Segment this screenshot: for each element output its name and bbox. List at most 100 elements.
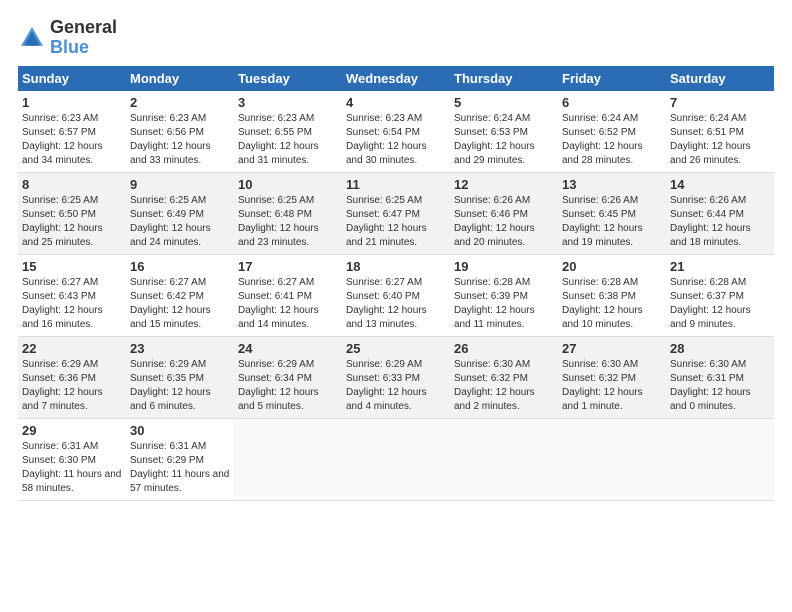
calendar-cell: 8 Sunrise: 6:25 AMSunset: 6:50 PMDaylight… [18,172,126,254]
col-header-monday: Monday [126,66,234,91]
calendar-cell: 18 Sunrise: 6:27 AMSunset: 6:40 PMDayligh… [342,254,450,336]
day-info: Sunrise: 6:23 AMSunset: 6:55 PMDaylight:… [238,112,338,168]
day-info: Sunrise: 6:27 AMSunset: 6:42 PMDaylight:… [130,276,230,332]
week-row-2: 8 Sunrise: 6:25 AMSunset: 6:50 PMDaylight… [18,172,774,254]
general-blue-icon [18,24,46,52]
day-info: Sunrise: 6:31 AMSunset: 6:30 PMDaylight:… [22,440,122,496]
week-row-3: 15 Sunrise: 6:27 AMSunset: 6:43 PMDayligh… [18,254,774,336]
calendar-cell: 19 Sunrise: 6:28 AMSunset: 6:39 PMDayligh… [450,254,558,336]
day-number: 1 [22,95,122,110]
day-number: 13 [562,177,662,192]
day-info: Sunrise: 6:26 AMSunset: 6:46 PMDaylight:… [454,194,554,250]
calendar-cell: 9 Sunrise: 6:25 AMSunset: 6:49 PMDaylight… [126,172,234,254]
day-info: Sunrise: 6:25 AMSunset: 6:47 PMDaylight:… [346,194,446,250]
day-number: 12 [454,177,554,192]
day-info: Sunrise: 6:23 AMSunset: 6:54 PMDaylight:… [346,112,446,168]
calendar-cell: 17Sunrise: 6:27 AMSunset: 6:41 PMDayligh… [234,254,342,336]
calendar-cell: 24 Sunrise: 6:29 AMSunset: 6:34 PMDayligh… [234,336,342,418]
week-row-1: 1 Sunrise: 6:23 AMSunset: 6:57 PMDaylight… [18,91,774,173]
day-info: Sunrise: 6:23 AMSunset: 6:57 PMDaylight:… [22,112,122,168]
day-info: Sunrise: 6:27 AMSunset: 6:41 PMDaylight:… [238,276,338,332]
day-number: 28 [670,341,770,356]
day-info: Sunrise: 6:24 AMSunset: 6:51 PMDaylight:… [670,112,770,168]
day-info: Sunrise: 6:27 AMSunset: 6:40 PMDaylight:… [346,276,446,332]
day-info: Sunrise: 6:25 AMSunset: 6:48 PMDaylight:… [238,194,338,250]
day-info: Sunrise: 6:24 AMSunset: 6:52 PMDaylight:… [562,112,662,168]
header: General Blue [18,18,774,58]
day-info: Sunrise: 6:25 AMSunset: 6:50 PMDaylight:… [22,194,122,250]
calendar-cell: 15 Sunrise: 6:27 AMSunset: 6:43 PMDayligh… [18,254,126,336]
calendar-cell: 28 Sunrise: 6:30 AMSunset: 6:31 PMDayligh… [666,336,774,418]
day-number: 19 [454,259,554,274]
day-info: Sunrise: 6:28 AMSunset: 6:38 PMDaylight:… [562,276,662,332]
day-number: 4 [346,95,446,110]
day-info: Sunrise: 6:27 AMSunset: 6:43 PMDaylight:… [22,276,122,332]
day-number: 23 [130,341,230,356]
calendar-cell [234,418,342,500]
day-number: 25 [346,341,446,356]
col-header-thursday: Thursday [450,66,558,91]
col-header-sunday: Sunday [18,66,126,91]
day-number: 8 [22,177,122,192]
day-info: Sunrise: 6:25 AMSunset: 6:49 PMDaylight:… [130,194,230,250]
day-number: 26 [454,341,554,356]
calendar-cell [450,418,558,500]
calendar-cell: 27Sunrise: 6:30 AMSunset: 6:32 PMDayligh… [558,336,666,418]
logo: General Blue [18,18,117,58]
calendar-cell: 1 Sunrise: 6:23 AMSunset: 6:57 PMDaylight… [18,91,126,173]
col-header-saturday: Saturday [666,66,774,91]
day-number: 5 [454,95,554,110]
day-number: 15 [22,259,122,274]
day-info: Sunrise: 6:30 AMSunset: 6:31 PMDaylight:… [670,358,770,414]
day-number: 14 [670,177,770,192]
calendar-cell: 5 Sunrise: 6:24 AMSunset: 6:53 PMDaylight… [450,91,558,173]
calendar-cell: 21 Sunrise: 6:28 AMSunset: 6:37 PMDayligh… [666,254,774,336]
calendar-cell: 12 Sunrise: 6:26 AMSunset: 6:46 PMDayligh… [450,172,558,254]
calendar-cell: 14Sunrise: 6:26 AMSunset: 6:44 PMDayligh… [666,172,774,254]
day-number: 9 [130,177,230,192]
day-number: 24 [238,341,338,356]
calendar-cell: 4 Sunrise: 6:23 AMSunset: 6:54 PMDaylight… [342,91,450,173]
day-number: 10 [238,177,338,192]
page: General Blue SundayMondayTuesdayWednesda… [0,0,792,511]
day-info: Sunrise: 6:24 AMSunset: 6:53 PMDaylight:… [454,112,554,168]
week-row-4: 22Sunrise: 6:29 AMSunset: 6:36 PMDayligh… [18,336,774,418]
day-number: 16 [130,259,230,274]
day-number: 6 [562,95,662,110]
calendar-table: SundayMondayTuesdayWednesdayThursdayFrid… [18,66,774,501]
day-number: 30 [130,423,230,438]
calendar-cell: 16 Sunrise: 6:27 AMSunset: 6:42 PMDayligh… [126,254,234,336]
day-info: Sunrise: 6:28 AMSunset: 6:37 PMDaylight:… [670,276,770,332]
day-number: 27 [562,341,662,356]
day-number: 21 [670,259,770,274]
col-header-tuesday: Tuesday [234,66,342,91]
day-number: 2 [130,95,230,110]
day-number: 20 [562,259,662,274]
day-number: 29 [22,423,122,438]
day-number: 11 [346,177,446,192]
day-number: 3 [238,95,338,110]
calendar-cell [558,418,666,500]
calendar-cell: 20 Sunrise: 6:28 AMSunset: 6:38 PMDayligh… [558,254,666,336]
calendar-cell: 13 Sunrise: 6:26 AMSunset: 6:45 PMDayligh… [558,172,666,254]
day-number: 7 [670,95,770,110]
calendar-cell [666,418,774,500]
calendar-cell: 7 Sunrise: 6:24 AMSunset: 6:51 PMDaylight… [666,91,774,173]
calendar-cell: 30Sunrise: 6:31 AMSunset: 6:29 PMDayligh… [126,418,234,500]
day-info: Sunrise: 6:28 AMSunset: 6:39 PMDaylight:… [454,276,554,332]
logo-text: General Blue [50,18,117,58]
day-info: Sunrise: 6:29 AMSunset: 6:34 PMDaylight:… [238,358,338,414]
col-header-friday: Friday [558,66,666,91]
col-header-wednesday: Wednesday [342,66,450,91]
day-info: Sunrise: 6:30 AMSunset: 6:32 PMDaylight:… [454,358,554,414]
calendar-cell: 11 Sunrise: 6:25 AMSunset: 6:47 PMDayligh… [342,172,450,254]
calendar-cell: 2 Sunrise: 6:23 AMSunset: 6:56 PMDaylight… [126,91,234,173]
calendar-cell: 6 Sunrise: 6:24 AMSunset: 6:52 PMDaylight… [558,91,666,173]
day-info: Sunrise: 6:23 AMSunset: 6:56 PMDaylight:… [130,112,230,168]
calendar-cell [342,418,450,500]
day-number: 18 [346,259,446,274]
day-number: 22 [22,341,122,356]
calendar-cell: 10 Sunrise: 6:25 AMSunset: 6:48 PMDayligh… [234,172,342,254]
day-info: Sunrise: 6:26 AMSunset: 6:45 PMDaylight:… [562,194,662,250]
day-info: Sunrise: 6:29 AMSunset: 6:35 PMDaylight:… [130,358,230,414]
